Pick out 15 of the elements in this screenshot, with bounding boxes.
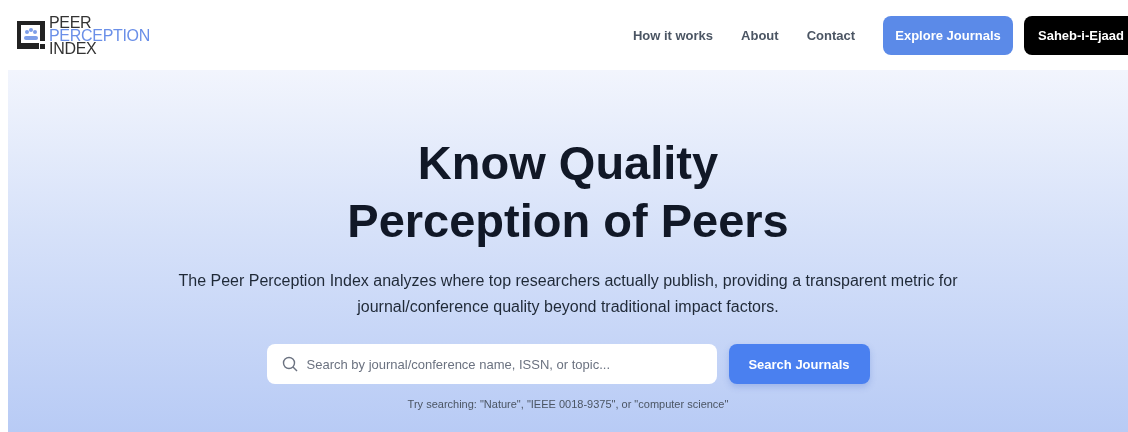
search-hint: Try searching: "Nature", "IEEE 0018-9375", or "computer science" — [407, 398, 729, 410]
nav-link[interactable]: About — [741, 27, 779, 43]
user-button[interactable]: Saheb-i-Ejaad — [1024, 15, 1128, 55]
logo-icon — [16, 20, 46, 50]
search-field[interactable]: Search by journal/conference name, ISSN, or topic... — [266, 344, 717, 384]
logo-text: PERCEPTION — [49, 28, 151, 42]
logo-text: PEER — [49, 15, 92, 29]
nav-link[interactable]: Contact — [806, 27, 856, 43]
logo-text: INDEX — [49, 41, 97, 55]
search-button[interactable]: Search Journals — [728, 344, 870, 384]
search-icon — [281, 356, 298, 372]
nav-link[interactable]: How it works — [632, 27, 714, 43]
hero-title: Perception of Peers — [347, 193, 789, 249]
hero-subtitle: The Peer Perception Index analyzes where top researchers actually publish, providing a transparent metric for journal/conference quality beyond traditional impact factors. — [177, 271, 959, 317]
hero-title: Know Quality — [417, 135, 719, 191]
